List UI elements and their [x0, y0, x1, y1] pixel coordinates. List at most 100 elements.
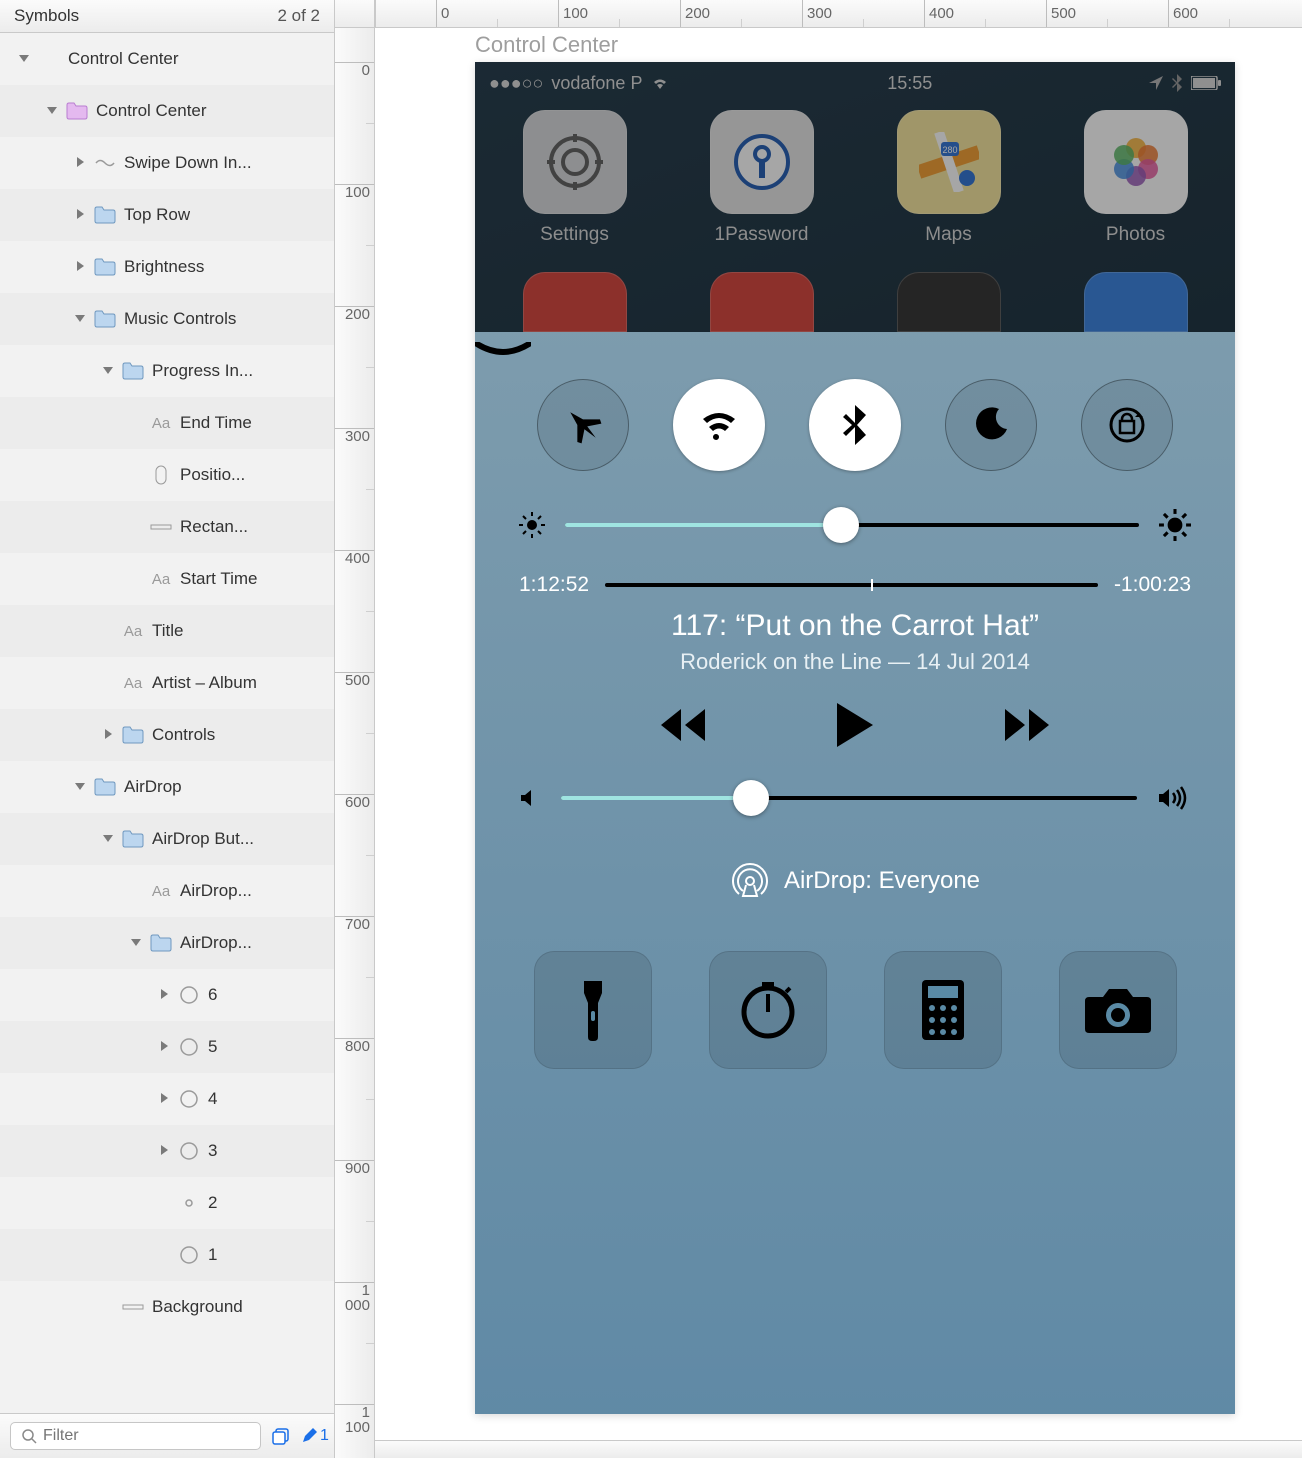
layer-row[interactable]: Positio...	[0, 449, 334, 501]
layer-row[interactable]: 6	[0, 969, 334, 1021]
sidebar-footer: 1	[0, 1413, 334, 1458]
folder-icon	[94, 776, 116, 798]
folder-icon	[94, 308, 116, 330]
layer-row[interactable]: AaArtist – Album	[0, 657, 334, 709]
ruler-horizontal[interactable]: 0100200300400500600	[375, 0, 1302, 28]
oval-small-icon	[178, 1192, 200, 1214]
layer-row[interactable]: Aa Start Time	[0, 553, 334, 605]
sidebar-tab-symbols[interactable]: Symbols	[14, 6, 79, 26]
previous-button[interactable]	[657, 705, 713, 745]
disclosure-right-icon[interactable]	[158, 1144, 172, 1158]
layer-label: Controls	[152, 725, 215, 745]
spacer	[130, 520, 144, 534]
layer-row[interactable]: Swipe Down In...	[0, 137, 334, 189]
disclosure-right-icon[interactable]	[158, 1092, 172, 1106]
layer-label: 1	[208, 1245, 217, 1265]
canvas[interactable]: Control Center ●●●○○ vodafone P 15:55	[375, 28, 1302, 1458]
disclosure-right-icon[interactable]	[158, 988, 172, 1002]
layer-row[interactable]: 2	[0, 1177, 334, 1229]
volume-slider-row	[475, 773, 1235, 823]
disclosure-down-icon[interactable]	[130, 936, 144, 950]
disclosure-down-icon[interactable]	[102, 364, 116, 378]
disclosure-right-icon[interactable]	[74, 208, 88, 222]
remaining-time: -1:00:23	[1114, 573, 1191, 597]
wifi-toggle[interactable]	[673, 379, 765, 471]
disclosure-down-icon[interactable]	[102, 832, 116, 846]
layer-row[interactable]: AaTitle	[0, 605, 334, 657]
dnd-toggle[interactable]	[945, 379, 1037, 471]
disclosure-right-icon[interactable]	[158, 1040, 172, 1054]
disclosure-down-icon[interactable]	[46, 104, 60, 118]
layers-list[interactable]: Control CenterControl CenterSwipe Down I…	[0, 33, 334, 1413]
airdrop-label: AirDrop: Everyone	[784, 867, 980, 895]
airplane-toggle[interactable]	[537, 379, 629, 471]
rect-icon	[122, 1296, 144, 1318]
camera-button[interactable]	[1059, 951, 1177, 1069]
layer-label: 3	[208, 1141, 217, 1161]
disclosure-down-icon[interactable]	[74, 312, 88, 326]
layer-row[interactable]: Background	[0, 1281, 334, 1333]
disclosure-right-icon[interactable]	[74, 156, 88, 170]
brightness-high-icon	[1159, 509, 1191, 541]
layer-row[interactable]: AaAirDrop...	[0, 865, 334, 917]
brightness-low-icon	[519, 512, 545, 538]
layer-row[interactable]: Rectan...	[0, 501, 334, 553]
airdrop-button[interactable]: AirDrop: Everyone	[475, 823, 1235, 931]
disclosure-right-icon[interactable]	[102, 728, 116, 742]
flashlight-button[interactable]	[534, 951, 652, 1069]
layer-row[interactable]: AirDrop But...	[0, 813, 334, 865]
layer-row[interactable]: 5	[0, 1021, 334, 1073]
text-icon: Aa	[150, 568, 172, 590]
layer-label: 2	[208, 1193, 217, 1213]
horizontal-scrollbar[interactable]	[375, 1440, 1302, 1458]
layer-label: Background	[152, 1297, 243, 1317]
layers-sidebar: Symbols 2 of 2 Control CenterControl Cen…	[0, 0, 335, 1458]
layer-row[interactable]: AirDrop	[0, 761, 334, 813]
bluetooth-toggle[interactable]	[809, 379, 901, 471]
oval-icon	[178, 1140, 200, 1162]
text-icon: Aa	[150, 880, 172, 902]
layer-label: Music Controls	[124, 309, 236, 329]
timer-button[interactable]	[709, 951, 827, 1069]
play-button[interactable]	[833, 701, 877, 749]
disclosure-right-icon[interactable]	[74, 260, 88, 274]
layer-label: Control Center	[68, 49, 179, 69]
layer-row[interactable]: Music Controls	[0, 293, 334, 345]
layer-row[interactable]: Control Center	[0, 33, 334, 85]
layer-label: End Time	[180, 413, 252, 433]
folder-purple-icon	[66, 100, 88, 122]
oval-icon	[178, 1088, 200, 1110]
track-subtitle: Roderick on the Line — 14 Jul 2014	[475, 643, 1235, 693]
artboard-title[interactable]: Control Center	[475, 32, 618, 58]
disclosure-down-icon[interactable]	[18, 52, 32, 66]
layer-row[interactable]: AaEnd Time	[0, 397, 334, 449]
rotation-toggle[interactable]	[1081, 379, 1173, 471]
layer-row[interactable]: Progress In...	[0, 345, 334, 397]
layer-row[interactable]: 1	[0, 1229, 334, 1281]
volume-slider[interactable]	[561, 796, 1137, 800]
layer-row[interactable]: 3	[0, 1125, 334, 1177]
next-button[interactable]	[997, 705, 1053, 745]
spacer	[158, 1248, 172, 1262]
track-progress-bar[interactable]	[605, 583, 1098, 587]
edit-count-icon[interactable]: 1	[301, 1427, 329, 1445]
disclosure-down-icon[interactable]	[74, 780, 88, 794]
layer-row[interactable]: Controls	[0, 709, 334, 761]
group-icon	[38, 48, 60, 70]
folder-icon	[94, 256, 116, 278]
swipe-handle-icon[interactable]	[475, 342, 531, 356]
layer-row[interactable]: Top Row	[0, 189, 334, 241]
ruler-vertical[interactable]: 01002003004005006007008009001 0001 100	[335, 28, 375, 1458]
layer-label: Start Time	[180, 569, 257, 589]
brightness-slider[interactable]	[565, 523, 1139, 527]
artboard[interactable]: ●●●○○ vodafone P 15:55 Settings1Password…	[475, 62, 1235, 1414]
layer-row[interactable]: Brightness	[0, 241, 334, 293]
layer-row[interactable]: AirDrop...	[0, 917, 334, 969]
stack-icon[interactable]	[271, 1426, 291, 1446]
layer-row[interactable]: 4	[0, 1073, 334, 1125]
calculator-button[interactable]	[884, 951, 1002, 1069]
oval-icon	[178, 1244, 200, 1266]
layer-row[interactable]: Control Center	[0, 85, 334, 137]
filter-input[interactable]	[10, 1422, 261, 1450]
layer-label: Top Row	[124, 205, 190, 225]
